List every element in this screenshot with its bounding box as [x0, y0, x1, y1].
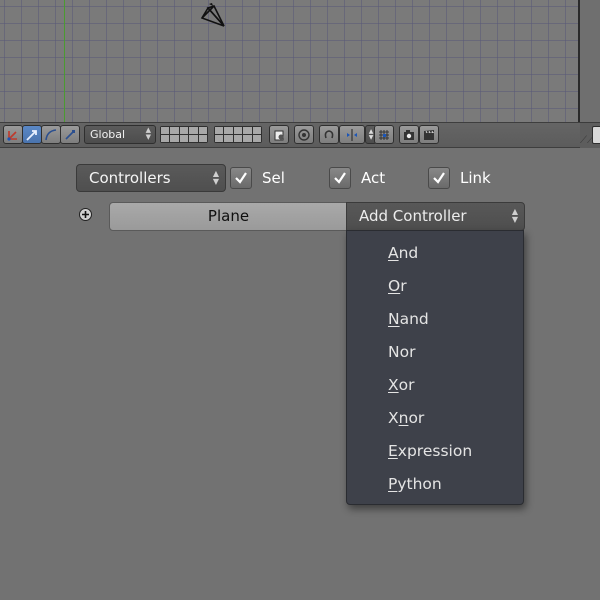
menu-item-nand[interactable]: Nand [347, 303, 523, 336]
proportional-icon[interactable] [374, 125, 394, 144]
viewport-header: Global ▲ ▼ ▲ ▼ [0, 122, 580, 148]
clapper-icon[interactable] [419, 125, 439, 144]
orientation-label: Global [90, 128, 126, 141]
checkbox[interactable] [230, 167, 252, 189]
scale-icon[interactable] [60, 125, 80, 144]
checkmark-icon [334, 172, 346, 184]
expand-plus-icon[interactable] [79, 208, 92, 221]
menu-item-expression[interactable]: Expression [347, 435, 523, 468]
translate-icon[interactable] [22, 125, 42, 144]
3d-viewport[interactable] [0, 0, 580, 122]
checkbox[interactable] [428, 167, 450, 189]
link-label: Link [460, 169, 491, 187]
link-toggle[interactable]: Link [428, 166, 491, 190]
logic-type-label: Controllers [89, 169, 171, 187]
menu-item-nor[interactable]: Nor [347, 336, 523, 369]
sel-toggle[interactable]: Sel [230, 166, 285, 190]
add-controller-menu: And Or Nand Nor Xor Xnor Expression Pyth… [346, 230, 524, 505]
snap-icon[interactable] [319, 125, 339, 144]
transform-orientation-select[interactable]: Global ▲ ▼ [84, 125, 156, 144]
rotate-icon[interactable] [41, 125, 61, 144]
add-controller-label: Add Controller [359, 207, 467, 225]
checkbox[interactable] [329, 167, 351, 189]
act-toggle[interactable]: Act [329, 166, 385, 190]
menu-item-python[interactable]: Python [347, 468, 523, 501]
pivot-icon[interactable] [294, 125, 314, 144]
menu-item-xor[interactable]: Xor [347, 369, 523, 402]
layers-group-2[interactable] [214, 126, 262, 143]
menu-item-xnor[interactable]: Xnor [347, 402, 523, 435]
menu-item-or[interactable]: Or [347, 270, 523, 303]
manipulator-icon[interactable] [3, 125, 23, 144]
logic-type-select[interactable]: Controllers ▲ ▼ [76, 164, 226, 192]
y-axis-line [64, 0, 65, 122]
select-arrows-icon: ▲ ▼ [511, 207, 518, 224]
checkmark-icon [433, 172, 445, 184]
select-arrows-icon: ▲ ▼ [212, 169, 219, 186]
mini-panel-icon[interactable] [592, 126, 600, 144]
menu-item-and[interactable]: And [347, 237, 523, 270]
act-label: Act [361, 169, 386, 187]
layers-group-1[interactable] [160, 126, 208, 143]
checkmark-icon [235, 172, 247, 184]
select-arrows-icon: ▲ ▼ [145, 126, 151, 141]
snap-element-icon[interactable] [339, 125, 365, 144]
add-controller-button[interactable]: Add Controller ▲ ▼ [346, 202, 525, 231]
sel-label: Sel [262, 169, 285, 187]
render-camera-icon[interactable] [399, 125, 419, 144]
object-name-field[interactable]: Plane [109, 202, 348, 231]
lock-layers-icon[interactable] [269, 125, 289, 144]
camera-object-icon[interactable] [198, 2, 230, 32]
area-split-corner[interactable]: ⟋⟋ [580, 122, 600, 148]
